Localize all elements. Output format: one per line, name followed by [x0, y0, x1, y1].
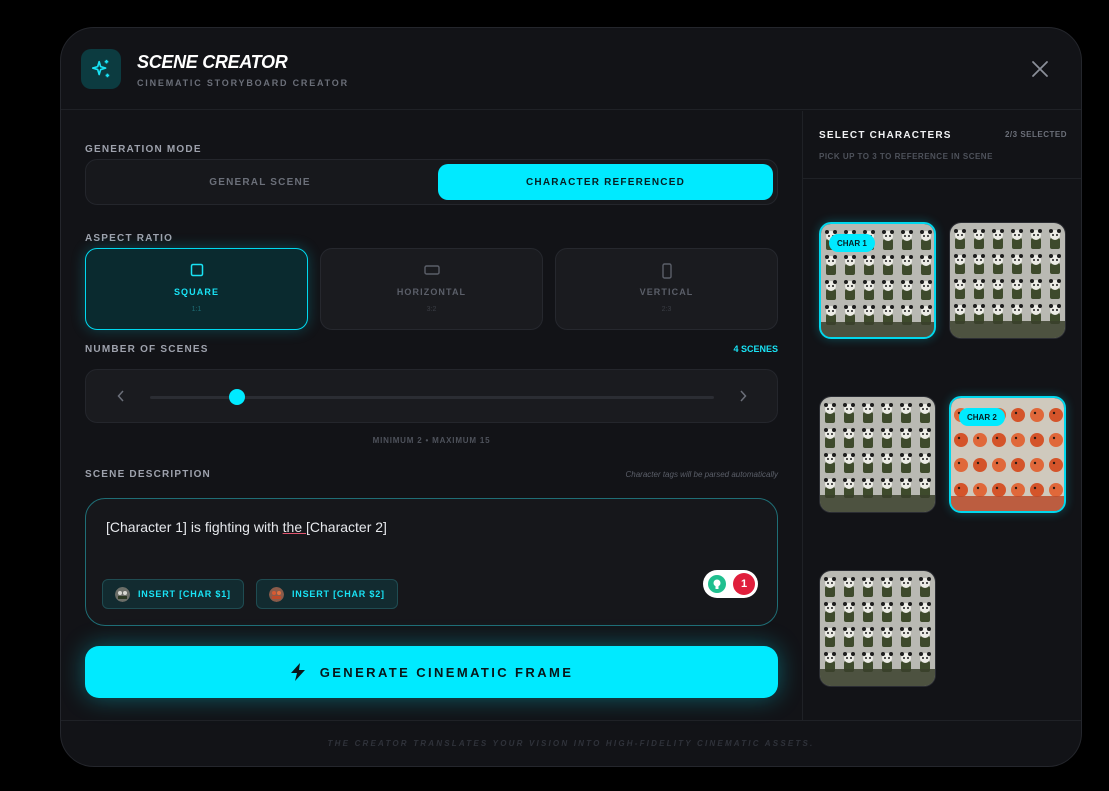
scene-description-input[interactable]: [Character 1] is fighting with the [Char…	[85, 498, 778, 626]
square-icon	[190, 263, 203, 277]
divider	[803, 178, 1081, 179]
generate-cinematic-frame-button[interactable]: GENERATE CINEMATIC FRAME	[85, 646, 778, 698]
lightning-icon	[290, 663, 305, 681]
scene-description-label: SCENE DESCRIPTION	[85, 469, 211, 480]
char-2-avatar	[269, 586, 284, 602]
grammar-checker-widget[interactable]: 1	[703, 570, 758, 598]
aspect-horizontal-button[interactable]: HORIZONTAL 3:2	[320, 248, 543, 330]
aspect-ratio-value: 3:2	[426, 306, 437, 313]
character-card-5[interactable]	[819, 570, 936, 687]
character-selection-panel: SELECT CHARACTERS 2/3 SELECTED PICK UP T…	[802, 111, 1081, 721]
scene-creator-modal: SCENE CREATOR CINEMATIC STORYBOARD CREAT…	[60, 27, 1082, 767]
close-icon	[1032, 61, 1048, 77]
lightbulb-icon	[708, 575, 726, 593]
horizontal-rect-icon	[423, 265, 440, 275]
insert-char-2-button[interactable]: INSERT [CHAR $2]	[256, 579, 398, 609]
char-1-badge: CHAR 1	[829, 234, 875, 252]
aspect-label: HORIZONTAL	[396, 287, 467, 297]
sparkles-icon	[81, 49, 121, 89]
grammar-issue-count: 1	[733, 573, 755, 595]
mode-character-referenced-button[interactable]: CHARACTER REFERENCED	[438, 164, 773, 200]
settings-panel: GENERATION MODE GENERAL SCENE CHARACTER …	[61, 111, 802, 721]
aspect-square-button[interactable]: SQUARE 1:1	[85, 248, 308, 330]
number-of-scenes-label: NUMBER OF SCENES	[85, 344, 209, 355]
selected-count: 2/3 SELECTED	[1004, 130, 1067, 139]
insert-char-1-button[interactable]: INSERT [CHAR $1]	[102, 579, 244, 609]
character-card-1[interactable]: CHAR 1	[819, 222, 936, 339]
close-button[interactable]	[1029, 58, 1051, 80]
scene-range-text: MINIMUM 2 • MAXIMUM 15	[372, 436, 491, 445]
aspect-ratio-label: ASPECT RATIO	[85, 233, 174, 244]
character-card-3[interactable]	[819, 396, 936, 513]
character-card-4[interactable]: CHAR 2	[949, 396, 1066, 513]
select-characters-subtitle: PICK UP TO 3 TO REFERENCE IN SCENE	[819, 152, 993, 161]
aspect-ratio-value: 2:3	[661, 306, 672, 313]
description-text[interactable]: [Character 1] is fighting with the [Char…	[106, 519, 387, 535]
spelling-flag[interactable]: the	[283, 519, 306, 535]
char-1-avatar	[115, 586, 130, 602]
page-subtitle: CINEMATIC STORYBOARD CREATOR	[137, 78, 349, 88]
select-characters-title: SELECT CHARACTERS	[819, 130, 952, 141]
generation-mode-label: GENERATION MODE	[85, 144, 202, 155]
modal-header: SCENE CREATOR CINEMATIC STORYBOARD CREAT…	[61, 28, 1081, 110]
chevron-left-icon	[117, 390, 124, 402]
character-card-2[interactable]	[949, 222, 1066, 339]
mode-general-scene-button[interactable]: GENERAL SCENE	[90, 164, 430, 200]
description-hint: Character tags will be parsed automatica…	[625, 470, 778, 479]
aspect-ratio-value: 1:1	[191, 306, 202, 313]
scene-count-slider	[85, 369, 778, 423]
char-2-badge: CHAR 2	[959, 408, 1005, 426]
footer-tagline: THE CREATOR TRANSLATES YOUR VISION INTO …	[61, 720, 1081, 766]
vertical-rect-icon	[661, 263, 672, 279]
chevron-right-icon	[740, 390, 747, 402]
aspect-label: VERTICAL	[639, 287, 694, 297]
scene-count-value: 4 SCENES	[733, 344, 778, 354]
page-title: SCENE CREATOR	[137, 52, 288, 72]
increase-scenes-button[interactable]	[734, 387, 752, 405]
decrease-scenes-button[interactable]	[112, 387, 130, 405]
aspect-vertical-button[interactable]: VERTICAL 2:3	[555, 248, 778, 330]
generate-button-label: GENERATE CINEMATIC FRAME	[319, 664, 574, 680]
slider-thumb[interactable]	[228, 389, 245, 405]
aspect-label: SQUARE	[173, 287, 220, 297]
generation-mode-toggle: GENERAL SCENE CHARACTER REFERENCED	[85, 159, 778, 205]
